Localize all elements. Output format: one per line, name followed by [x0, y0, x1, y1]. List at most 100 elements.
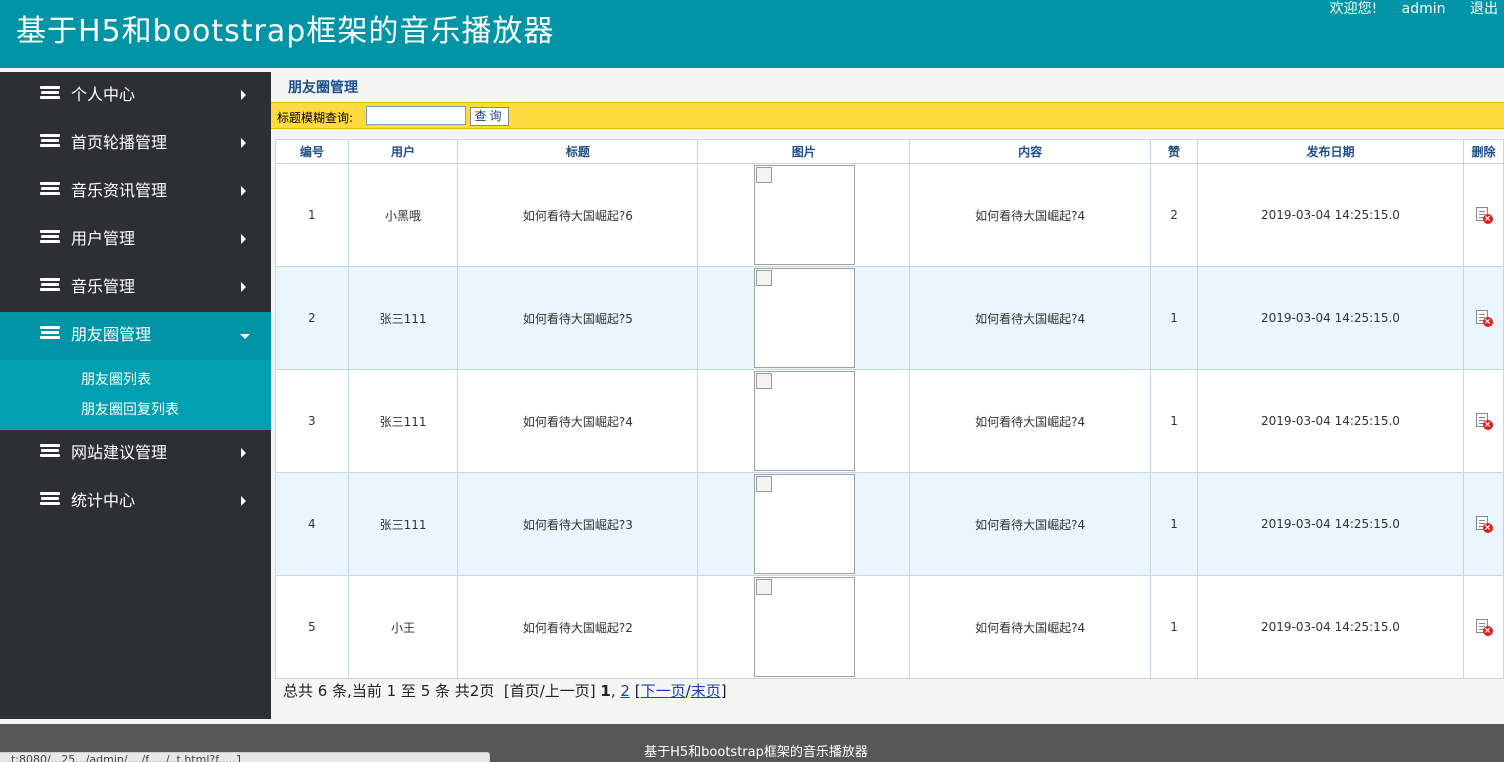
pagination-bracket-close: ]: [720, 682, 727, 700]
cell-title: 如何看待大国崛起?5: [457, 266, 699, 370]
sidebar-item-personal-center[interactable]: 个人中心: [0, 72, 271, 120]
submenu-item-moments-replies[interactable]: 朋友圈回复列表: [0, 398, 271, 428]
cell-content: 如何看待大国崛起?4: [909, 369, 1152, 473]
cell-likes: 1: [1150, 472, 1198, 576]
sidebar-item-label: 用户管理: [71, 229, 136, 248]
submenu-item-moments-list[interactable]: 朋友圈列表: [0, 368, 271, 398]
cell-id: 3: [275, 369, 349, 473]
caret-right-icon: [241, 496, 246, 506]
pagination-summary: 总共 6 条,当前 1 至 5 条 共2页: [283, 682, 495, 700]
caret-right-icon: [241, 282, 246, 292]
stack-icon: [40, 444, 60, 460]
pagination-next-link[interactable]: 下一页: [641, 682, 686, 700]
username: admin: [1401, 1, 1446, 17]
cell-content: 如何看待大国崛起?4: [909, 163, 1152, 267]
cell-image: [697, 472, 911, 576]
sidebar-item-label: 首页轮播管理: [71, 133, 168, 152]
sidebar-item-music-news[interactable]: 音乐资讯管理: [0, 168, 271, 216]
cell-id: 4: [275, 472, 349, 576]
column-header-id: 编号: [275, 139, 349, 164]
cell-user: 小王: [347, 575, 459, 679]
sidebar-item-label: 音乐管理: [71, 277, 136, 296]
caret-right-icon: [241, 138, 246, 148]
cell-title: 如何看待大国崛起?3: [457, 472, 699, 576]
cell-user: 小黑哦: [347, 163, 459, 267]
cell-title: 如何看待大国崛起?6: [457, 163, 699, 267]
caret-right-icon: [241, 448, 246, 458]
sidebar-item-label: 统计中心: [71, 491, 136, 510]
status-bar-url: ..t:8080/...25.../admin/..../f...../..t.…: [0, 752, 490, 762]
delete-icon[interactable]: ×: [1475, 309, 1493, 327]
sidebar: 个人中心 首页轮播管理 音乐资讯管理 用户管理 音乐管理 朋友圈管理 朋友圈列表…: [0, 72, 271, 719]
table-row: 5 小王 如何看待大国崛起?2 如何看待大国崛起?4 1 2019-03-04 …: [275, 575, 1504, 679]
cell-user: 张三111: [347, 369, 459, 473]
cell-delete: ×: [1463, 266, 1504, 370]
moments-submenu: 朋友圈列表 朋友圈回复列表: [0, 360, 271, 430]
sidebar-item-suggestions[interactable]: 网站建议管理: [0, 430, 271, 478]
cell-likes: 1: [1150, 369, 1198, 473]
cell-image: [697, 163, 911, 267]
sidebar-item-moments[interactable]: 朋友圈管理: [0, 312, 271, 360]
search-input[interactable]: [366, 106, 466, 125]
cell-user: 张三111: [347, 266, 459, 370]
stack-icon: [40, 492, 60, 508]
stack-icon: [40, 326, 60, 342]
stack-icon: [40, 134, 60, 150]
cell-date: 2019-03-04 14:25:15.0: [1196, 266, 1465, 370]
user-bar: 欢迎您! admin 退出: [1310, 0, 1498, 18]
broken-image-icon: [754, 165, 856, 265]
cell-date: 2019-03-04 14:25:15.0: [1196, 163, 1465, 267]
stack-icon: [40, 86, 60, 102]
search-button[interactable]: 查询: [470, 107, 509, 126]
cell-date: 2019-03-04 14:25:15.0: [1196, 472, 1465, 576]
cell-likes: 1: [1150, 266, 1198, 370]
cell-delete: ×: [1463, 369, 1504, 473]
cell-id: 5: [275, 575, 349, 679]
column-header-likes: 赞: [1150, 139, 1198, 164]
caret-right-icon: [241, 90, 246, 100]
column-header-date: 发布日期: [1196, 139, 1465, 164]
sidebar-item-music[interactable]: 音乐管理: [0, 264, 271, 312]
cell-title: 如何看待大国崛起?4: [457, 369, 699, 473]
welcome-text: 欢迎您!: [1329, 1, 1378, 17]
cell-title: 如何看待大国崛起?2: [457, 575, 699, 679]
cell-likes: 1: [1150, 575, 1198, 679]
broken-image-icon: [754, 474, 856, 574]
column-header-image: 图片: [697, 139, 911, 164]
cell-image: [697, 266, 911, 370]
broken-image-icon: [754, 268, 856, 368]
pagination: 总共 6 条,当前 1 至 5 条 共2页 [首页/上一页] 1, 2 [下一页…: [283, 680, 727, 701]
broken-image-icon: [754, 371, 856, 471]
delete-icon[interactable]: ×: [1475, 206, 1493, 224]
delete-icon[interactable]: ×: [1475, 515, 1493, 533]
logout-link[interactable]: 退出: [1470, 1, 1498, 17]
delete-icon[interactable]: ×: [1475, 412, 1493, 430]
delete-icon[interactable]: ×: [1475, 618, 1493, 636]
cell-date: 2019-03-04 14:25:15.0: [1196, 369, 1465, 473]
broken-image-icon: [754, 577, 856, 677]
sidebar-item-label: 音乐资讯管理: [71, 181, 168, 200]
sidebar-item-statistics[interactable]: 统计中心: [0, 478, 271, 526]
stack-icon: [40, 278, 60, 294]
search-label: 标题模糊查询:: [277, 111, 354, 125]
sidebar-item-users[interactable]: 用户管理: [0, 216, 271, 264]
pagination-last-link[interactable]: 末页: [691, 682, 721, 700]
cell-delete: ×: [1463, 472, 1504, 576]
column-header-delete: 删除: [1463, 139, 1504, 164]
cell-image: [697, 575, 911, 679]
cell-likes: 2: [1150, 163, 1198, 267]
table-header-row: 编号 用户 标题 图片 内容 赞 发布日期 删除: [275, 139, 1504, 164]
pagination-separator: ,: [610, 682, 616, 700]
sidebar-item-carousel[interactable]: 首页轮播管理: [0, 120, 271, 168]
sidebar-item-label: 网站建议管理: [71, 443, 168, 462]
pagination-page-2[interactable]: 2: [620, 682, 630, 700]
column-header-title: 标题: [457, 139, 699, 164]
caret-right-icon: [241, 186, 246, 196]
column-header-content: 内容: [909, 139, 1152, 164]
caret-down-icon: [240, 334, 250, 339]
page-title: 朋友圈管理: [288, 80, 358, 96]
table-row: 2 张三111 如何看待大国崛起?5 如何看待大国崛起?4 1 2019-03-…: [275, 266, 1504, 370]
cell-id: 1: [275, 163, 349, 267]
caret-right-icon: [241, 234, 246, 244]
search-bar: 标题模糊查询: 查询: [271, 102, 1504, 129]
